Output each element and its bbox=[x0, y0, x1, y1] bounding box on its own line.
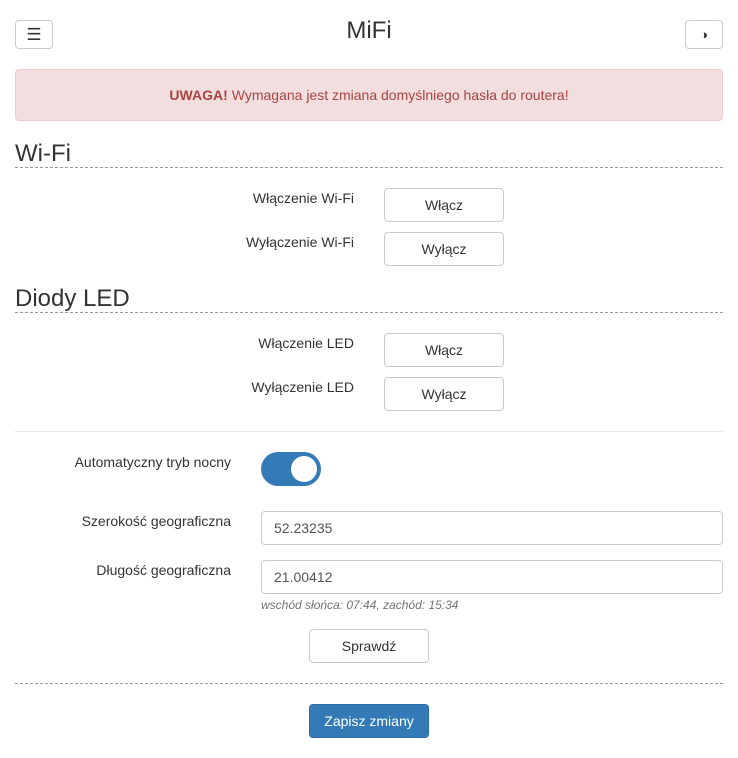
night-mode-toggle[interactable] bbox=[261, 452, 321, 486]
led-enable-label: Włączenie LED bbox=[258, 335, 354, 351]
contrast-icon: ◑ bbox=[700, 27, 708, 42]
section-separator bbox=[15, 431, 723, 432]
longitude-label: Długość geograficzna bbox=[96, 562, 231, 578]
led-divider bbox=[15, 312, 723, 313]
save-changes-button[interactable]: Zapisz zmiany bbox=[309, 704, 429, 738]
toggle-knob bbox=[291, 456, 317, 482]
footer-divider bbox=[15, 683, 723, 684]
longitude-input[interactable] bbox=[261, 560, 723, 594]
wifi-section-title: Wi-Fi bbox=[15, 140, 71, 167]
led-disable-button[interactable]: Wyłącz bbox=[384, 377, 504, 411]
alert-text: Wymagana jest zmiana domyślniego hasła d… bbox=[231, 87, 569, 103]
sun-times-help: wschód słońca: 07:44, zachód: 15:34 bbox=[261, 598, 459, 612]
led-enable-button[interactable]: Włącz bbox=[384, 333, 504, 367]
wifi-enable-label: Włączenie Wi-Fi bbox=[252, 190, 354, 206]
alert-strong: UWAGA! bbox=[169, 87, 228, 103]
page-title: MiFi bbox=[346, 17, 392, 44]
latitude-input[interactable] bbox=[261, 511, 723, 545]
wifi-divider bbox=[15, 167, 723, 168]
led-disable-label: Wyłączenie LED bbox=[251, 379, 354, 395]
wifi-enable-button[interactable]: Włącz bbox=[384, 188, 504, 222]
theme-toggle-button[interactable]: ◑ bbox=[685, 20, 723, 49]
wifi-disable-button[interactable]: Wyłącz bbox=[384, 232, 504, 266]
night-mode-label: Automatyczny tryb nocny bbox=[74, 454, 231, 470]
wifi-disable-label: Wyłączenie Wi-Fi bbox=[246, 234, 354, 250]
password-warning-alert: UWAGA! Wymagana jest zmiana domyślniego … bbox=[15, 69, 723, 121]
latitude-label: Szerokość geograficzna bbox=[81, 513, 231, 529]
led-section-title: Diody LED bbox=[15, 285, 130, 312]
check-button[interactable]: Sprawdź bbox=[309, 629, 429, 663]
